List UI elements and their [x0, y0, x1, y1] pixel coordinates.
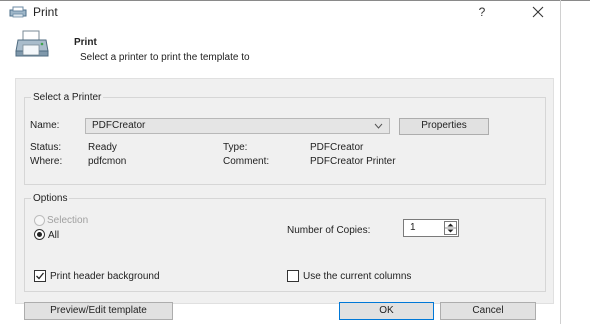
all-radio[interactable] [34, 229, 45, 240]
type-label: Type: [223, 142, 248, 153]
printer-name-value: PDFCreator [92, 120, 146, 131]
options-group: Options Selection All Number of Copies: … [24, 193, 546, 292]
print-header-label: Print header background [50, 271, 160, 282]
chevron-down-icon [374, 123, 383, 129]
window-right-border [560, 0, 561, 324]
dialog-content-panel: Select a Printer Name: PDFCreator Proper… [15, 78, 554, 320]
comment-value: PDFCreator Printer [310, 156, 396, 167]
title-bar: Print ? [0, 0, 615, 22]
type-value: PDFCreator [310, 142, 364, 153]
status-label: Status: [30, 142, 62, 153]
radio-dot-icon [37, 232, 42, 237]
close-icon[interactable] [523, 3, 553, 21]
selection-label: Selection [47, 215, 89, 226]
header-title: Print [74, 37, 97, 48]
printer-icon [15, 30, 49, 57]
spin-arrows-icon [445, 223, 456, 233]
cancel-button[interactable]: Cancel [440, 302, 536, 320]
where-label: Where: [30, 156, 63, 167]
copies-spin-buttons[interactable] [444, 221, 457, 235]
window-title: Print [33, 5, 58, 19]
copies-value: 1 [410, 222, 416, 233]
select-printer-legend: Select a Printer [31, 92, 104, 103]
print-header-checkbox[interactable] [34, 270, 46, 282]
printer-app-icon [9, 6, 27, 18]
window-top-border [0, 0, 590, 1]
checkmark-icon [36, 272, 45, 280]
ok-button[interactable]: OK [339, 302, 434, 320]
selection-radio[interactable] [34, 215, 45, 226]
all-label: All [48, 230, 60, 241]
help-button[interactable]: ? [472, 3, 492, 21]
properties-button[interactable]: Properties [399, 118, 489, 135]
use-columns-label: Use the current columns [303, 271, 412, 282]
preview-edit-template-button[interactable]: Preview/Edit template [24, 302, 173, 320]
options-legend: Options [31, 193, 70, 204]
printer-name-label: Name: [30, 120, 60, 131]
copies-stepper[interactable]: 1 [403, 219, 459, 237]
select-printer-group: Select a Printer Name: PDFCreator Proper… [24, 92, 546, 185]
printer-name-select[interactable]: PDFCreator [85, 118, 390, 134]
use-columns-checkbox[interactable] [287, 270, 299, 282]
copies-label: Number of Copies: [287, 225, 371, 236]
status-value: Ready [88, 142, 117, 153]
where-value: pdfcmon [88, 156, 127, 167]
comment-label: Comment: [223, 156, 270, 167]
header-subtitle: Select a printer to print the template t… [80, 52, 250, 63]
